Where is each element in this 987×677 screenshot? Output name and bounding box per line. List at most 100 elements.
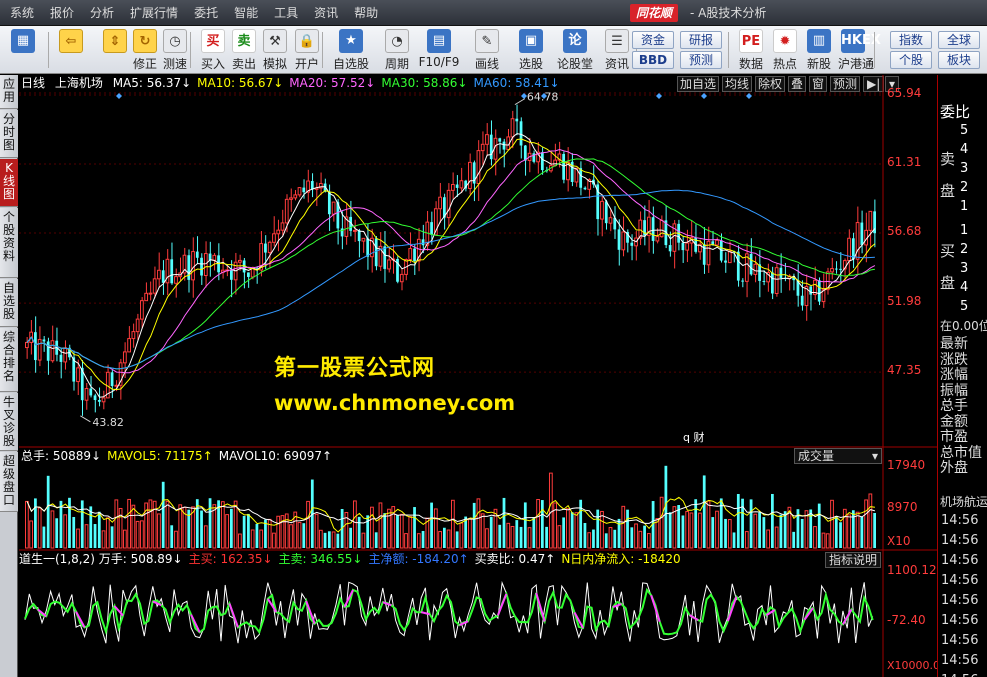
left-tab[interactable]: 分时图 bbox=[0, 110, 18, 158]
toolbar-button-clock-icon[interactable]: ◷ 测速 bbox=[160, 29, 190, 71]
volume-bar bbox=[374, 532, 378, 548]
volume-bar bbox=[399, 513, 404, 549]
toolbar-button-refresh-icon[interactable]: ↻ 修正 bbox=[130, 29, 160, 71]
menu-item[interactable]: 帮助 bbox=[346, 0, 386, 26]
menu-item[interactable]: 分析 bbox=[82, 0, 122, 26]
candle-body bbox=[174, 276, 178, 284]
left-tab[interactable]: 自选股 bbox=[0, 279, 18, 327]
menu-item[interactable]: 资讯 bbox=[306, 0, 346, 26]
candle-body bbox=[302, 187, 306, 193]
volume-bar bbox=[114, 499, 119, 549]
toolbar-button-screen-icon[interactable]: ▣ 选股 bbox=[510, 29, 552, 71]
toolbar-button-star-icon[interactable]: ★ 自选股 bbox=[330, 29, 372, 71]
star-icon: ★ bbox=[339, 29, 363, 53]
toolbar-button-sell-icon[interactable]: 卖卖出 bbox=[229, 29, 259, 71]
toolbar-button-hammer-icon[interactable]: ⚒ 模拟 bbox=[260, 29, 290, 71]
volume-bar bbox=[225, 514, 229, 549]
left-tab[interactable]: 综合排名 bbox=[0, 328, 18, 392]
volume-bar bbox=[459, 522, 464, 549]
menu-item[interactable]: 工具 bbox=[266, 0, 306, 26]
volume-bar bbox=[519, 526, 523, 548]
quick-button[interactable]: BBD bbox=[632, 51, 674, 69]
candle-body bbox=[110, 372, 114, 387]
toolbar-button-back-arrow-icon[interactable]: ⇦ bbox=[56, 29, 86, 71]
left-tab[interactable]: 牛叉诊股 bbox=[0, 393, 18, 451]
toolbar-button-lun-icon[interactable]: 论论股堂 bbox=[554, 29, 596, 71]
volume-bar bbox=[105, 517, 110, 549]
left-tab[interactable]: 个股资料 bbox=[0, 208, 18, 278]
volume-bar bbox=[34, 498, 37, 548]
quick-button[interactable]: 全球 bbox=[938, 31, 980, 49]
toolbar-button-pencil-icon[interactable]: ✎ 画线 bbox=[466, 29, 508, 71]
volume-bar bbox=[744, 531, 749, 549]
event-marker-icon[interactable] bbox=[701, 93, 707, 99]
candle-body bbox=[50, 340, 55, 362]
sell-label: 卖盘 bbox=[940, 150, 956, 200]
toolbar-button-buy-icon[interactable]: 买买入 bbox=[198, 29, 228, 71]
menu-item[interactable]: 委托 bbox=[186, 0, 226, 26]
left-tab[interactable]: 超级盘口 bbox=[0, 452, 18, 512]
buy-label: 买盘 bbox=[940, 242, 956, 292]
indicator-help-button[interactable]: 指标说明 bbox=[825, 552, 882, 568]
quick-button[interactable]: 指数 bbox=[890, 31, 932, 49]
toolbar-button-newstock-icon[interactable]: ▥ 新股 bbox=[804, 29, 834, 71]
toolbar-button-cycle-icon[interactable]: ◔ 周期 bbox=[376, 29, 418, 71]
volume-bar bbox=[489, 516, 493, 548]
candle-body bbox=[451, 184, 455, 191]
volume-tick: 17940 bbox=[887, 458, 926, 472]
candle-body bbox=[212, 254, 217, 261]
candle-body bbox=[25, 341, 29, 349]
candle-body bbox=[724, 260, 727, 263]
menu-item[interactable]: 扩展行情 bbox=[122, 0, 186, 26]
volume-series bbox=[25, 465, 876, 549]
volume-bar bbox=[255, 523, 259, 548]
menu-item[interactable]: 系统 bbox=[2, 0, 42, 26]
quote-field: 最新 bbox=[940, 336, 968, 352]
volume-bar bbox=[476, 498, 481, 549]
volume-bar bbox=[753, 513, 758, 549]
toolbar-button-grid-icon[interactable]: ▦ bbox=[8, 29, 38, 71]
toolbar-button-label: 卖出 bbox=[231, 57, 256, 71]
refresh-icon: ↻ bbox=[133, 29, 157, 53]
volume-bar bbox=[668, 512, 672, 548]
volume-bar bbox=[694, 499, 698, 548]
menubar: 系统 报价 分析 扩展行情 委托 智能 工具 资讯 帮助 同花顺 - A股技术分析 bbox=[0, 0, 987, 26]
quick-button[interactable]: 板块 bbox=[938, 51, 980, 69]
quick-button[interactable]: 预测 bbox=[680, 51, 722, 69]
volume-bar bbox=[148, 499, 153, 549]
toolbar-button-data-icon[interactable]: PE 数据 bbox=[736, 29, 766, 71]
candle-body bbox=[655, 236, 660, 242]
buy-level: 4 bbox=[960, 280, 969, 295]
volume-bar bbox=[357, 516, 361, 548]
finance-badge[interactable]: q 财 bbox=[683, 430, 704, 444]
menu-item[interactable]: 智能 bbox=[226, 0, 266, 26]
chart-area[interactable]: 日线 上海机场 MA5: 56.37↓ MA10: 56.67↓ MA20: 57.… bbox=[19, 75, 940, 677]
volume-dropdown[interactable]: 成交量 ▾ bbox=[794, 448, 882, 464]
toolbar-button-lock-icon[interactable]: 🔒 开户 bbox=[292, 29, 322, 71]
volume-bar bbox=[37, 507, 42, 549]
event-marker-icon[interactable] bbox=[656, 93, 662, 99]
left-tab[interactable]: K线图 bbox=[0, 159, 18, 207]
toolbar-button-f10-icon[interactable]: ▤ F10/F9 bbox=[418, 29, 460, 71]
volume-bar bbox=[84, 524, 89, 549]
volume-bar bbox=[72, 516, 76, 548]
toolbar-button-hkex-icon[interactable]: HKEX 沪港通 bbox=[838, 29, 881, 71]
quick-button[interactable]: 研报 bbox=[680, 31, 722, 49]
event-marker-icon[interactable] bbox=[746, 93, 752, 99]
sell-level: 3 bbox=[960, 161, 969, 176]
toolbar-button-up-down-icon[interactable]: ⇕ bbox=[100, 29, 130, 71]
menu-item[interactable]: 报价 bbox=[42, 0, 82, 26]
event-marker-icon[interactable] bbox=[116, 93, 122, 99]
volume-bar bbox=[127, 498, 131, 549]
toolbar-button-hot-icon[interactable]: ✹ 热点 bbox=[770, 29, 800, 71]
chart-svg[interactable]: 64.7843.82q 财 bbox=[19, 75, 937, 677]
volume-bar bbox=[122, 529, 127, 549]
quick-button[interactable]: 个股 bbox=[890, 51, 932, 69]
volume-bar bbox=[583, 523, 587, 548]
volume-bar bbox=[566, 508, 570, 549]
volume-bar bbox=[46, 475, 50, 548]
quick-button[interactable]: 资金 bbox=[632, 31, 674, 49]
volume-bar bbox=[596, 509, 600, 548]
volume-bar bbox=[297, 521, 302, 549]
left-tab[interactable]: 应用 bbox=[0, 75, 18, 109]
